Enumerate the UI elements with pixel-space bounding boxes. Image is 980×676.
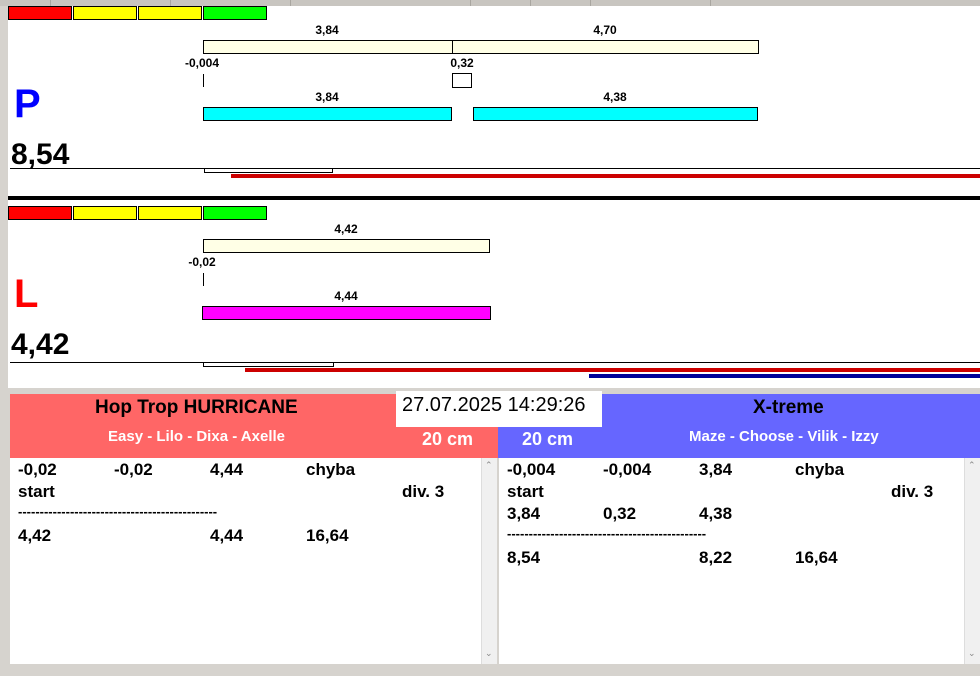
team-right-log[interactable]: -0,004 -0,004 3,84 chyba start div. 3 3,…	[499, 458, 980, 664]
log-cell: 3,84	[507, 504, 541, 523]
log-row: -0,02 -0,02 4,44 chyba	[10, 460, 497, 482]
team-members: Maze - Choose - Vilik - Izzy	[689, 428, 879, 445]
log-scrollbar[interactable]: ⌃ ⌄	[481, 458, 497, 664]
log-separator: ----------------------------------------…	[507, 526, 707, 541]
log-cell: start	[507, 482, 544, 501]
log-row: 8,54 8,22 16,64	[499, 548, 980, 570]
start-light-yellow	[73, 6, 137, 20]
start-reaction-label: -0,02	[188, 255, 216, 269]
team-name: Hop Trop HURRICANE	[95, 397, 298, 418]
scroll-up-icon[interactable]: ⌃	[968, 460, 976, 471]
log-cell: 4,44	[210, 526, 244, 545]
log-cell: 4,38	[699, 504, 733, 523]
log-cell: -0,004	[603, 460, 652, 479]
run-bar	[473, 107, 758, 121]
ref-bar	[203, 239, 490, 253]
timeline-marker	[203, 362, 334, 367]
ref-bar-label: 4,70	[593, 23, 617, 37]
log-separator: ----------------------------------------…	[18, 504, 218, 519]
start-tick	[203, 273, 204, 286]
ref-bar-label: 4,42	[334, 222, 358, 236]
scroll-down-icon[interactable]: ⌄	[485, 648, 493, 659]
log-cell: 0,32	[603, 504, 637, 523]
timeline-bar	[589, 374, 980, 378]
start-light-yellow	[138, 6, 202, 20]
obstacle-height: 20 cm	[422, 429, 474, 449]
log-cell: 16,64	[795, 548, 838, 567]
log-cell: 16,64	[306, 526, 349, 545]
gap-marker	[452, 73, 472, 88]
timeline-bar	[245, 368, 980, 372]
log-cell: start	[18, 482, 55, 501]
log-row: 3,84 0,32 4,38	[499, 504, 980, 526]
obstacle-height: 20 cm	[522, 429, 574, 449]
log-cell: 8,54	[507, 548, 541, 567]
log-row: start div. 3	[499, 482, 980, 504]
log-cell: div. 3	[891, 482, 934, 501]
log-cell: chyba	[306, 460, 356, 479]
ref-bar	[452, 40, 759, 54]
ref-bar	[203, 40, 453, 54]
log-scrollbar[interactable]: ⌃ ⌄	[964, 458, 980, 664]
log-cell: -0,004	[507, 460, 556, 479]
run-bar-label: 3,84	[315, 90, 339, 104]
timeline-marker	[204, 168, 333, 173]
gap-label: 0,32	[450, 56, 474, 70]
lane-total: 4,42	[11, 328, 70, 361]
log-cell: chyba	[795, 460, 845, 479]
team-left-log[interactable]: -0,02 -0,02 4,44 chyba start div. 3 ----…	[10, 458, 497, 664]
team-members: Easy - Lilo - Dixa - Axelle	[108, 428, 286, 445]
run-bar	[202, 306, 491, 320]
start-tick	[203, 74, 204, 87]
log-row: ----------------------------------------…	[10, 504, 497, 522]
start-light-red	[8, 6, 72, 20]
log-cell: 4,42	[18, 526, 52, 545]
lane-baseline	[10, 168, 980, 169]
ref-bar-label: 3,84	[315, 23, 339, 37]
scroll-down-icon[interactable]: ⌄	[968, 648, 976, 659]
timeline-bar	[231, 174, 980, 178]
start-light-green	[203, 6, 267, 20]
run-bar	[203, 107, 452, 121]
lane-baseline	[10, 362, 980, 363]
run-bar-label: 4,44	[334, 289, 358, 303]
log-cell: -0,02	[18, 460, 57, 479]
start-light-yellow	[138, 206, 202, 220]
scroll-up-icon[interactable]: ⌃	[485, 460, 493, 471]
log-cell: 3,84	[699, 460, 733, 479]
team-name: X-treme	[753, 397, 824, 418]
lane-p-track: 3,84 4,70 -0,004 0,32 P 3,84 4,38 8,54	[8, 6, 980, 196]
log-cell: 4,44	[210, 460, 244, 479]
lane-total: 8,54	[11, 138, 70, 171]
run-bar-label: 4,38	[603, 90, 627, 104]
log-cell: 8,22	[699, 548, 733, 567]
lane-letter: L	[14, 272, 39, 316]
log-row: 4,42 4,44 16,64	[10, 526, 497, 548]
log-cell: div. 3	[402, 482, 445, 501]
datetime-display: 27.07.2025 14:29:26	[396, 391, 602, 427]
lane-letter: P	[14, 82, 41, 126]
bottom-strip	[0, 664, 980, 676]
log-cell: -0,02	[114, 460, 153, 479]
log-row: ----------------------------------------…	[499, 526, 980, 544]
lane-l-track: 4,42 -0,02 L 4,44 4,42	[8, 200, 980, 388]
start-light-yellow	[73, 206, 137, 220]
log-row: -0,004 -0,004 3,84 chyba	[499, 460, 980, 482]
start-reaction-label: -0,004	[184, 56, 220, 70]
log-row: start div. 3	[10, 482, 497, 504]
start-light-green	[203, 206, 267, 220]
start-light-red	[8, 206, 72, 220]
